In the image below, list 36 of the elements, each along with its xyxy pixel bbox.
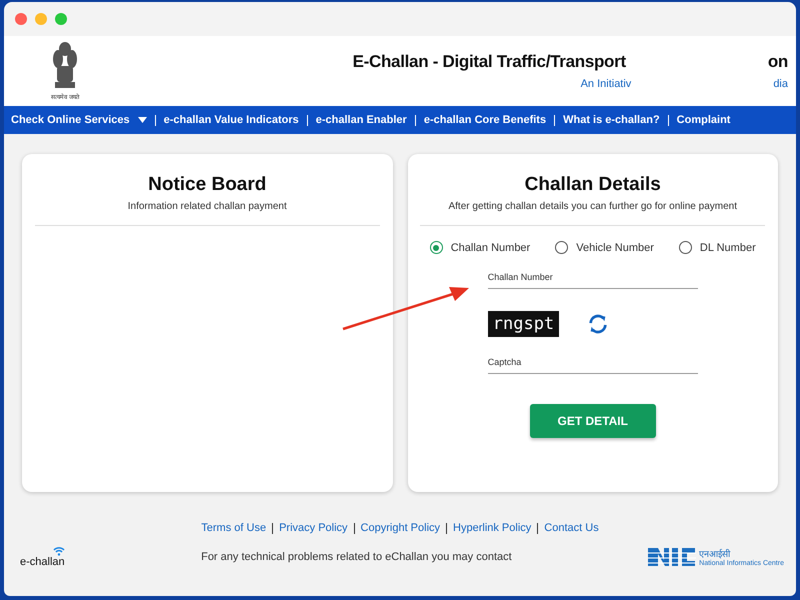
nav-link[interactable]: What is e-challan? (563, 114, 660, 126)
nav-link[interactable]: e-challan Enabler (316, 114, 407, 126)
site-subtitle-tail: dia (773, 78, 788, 90)
captcha-field[interactable]: Captcha (488, 353, 698, 374)
card-subtitle: After getting challan details you can further go for online payment (448, 201, 737, 212)
radio-option[interactable]: DL Number (678, 241, 756, 254)
nav-link[interactable]: Check Online Services (11, 114, 147, 126)
footer-link[interactable]: Terms of Use (201, 522, 266, 534)
window-maximize-button[interactable] (55, 13, 67, 25)
refresh-icon[interactable] (587, 313, 610, 335)
wifi-icon (52, 546, 65, 556)
site-title: E-Challan - Digital Traffic/Transport (352, 52, 626, 72)
footer-link[interactable]: Copyright Policy (360, 522, 440, 534)
site-title-tail: on (768, 52, 788, 72)
radio-option[interactable]: Vehicle Number (555, 241, 654, 254)
site-subtitle: An Initiativ (580, 78, 632, 90)
window-close-button[interactable] (15, 13, 27, 25)
radio-option[interactable]: Challan Number (430, 241, 530, 254)
get-detail-button[interactable]: GET DETAIL (530, 404, 656, 438)
footer-link[interactable]: Privacy Policy (279, 522, 348, 534)
card-subtitle: Information related challan payment (128, 201, 287, 212)
window-minimize-button[interactable] (35, 13, 47, 25)
nav-link[interactable]: e-challan Core Benefits (424, 114, 546, 126)
emblem-icon (50, 41, 80, 91)
footer-link[interactable]: Hyperlink Policy (453, 522, 532, 534)
nic-logo-icon (648, 546, 696, 568)
challan-number-field[interactable]: Challan Number (488, 268, 698, 289)
footer-link[interactable]: Contact Us (544, 522, 599, 534)
nic-hindi-name: एनआईसी (699, 548, 732, 560)
card-title: Challan Details (524, 174, 661, 196)
nav-link[interactable]: Complaint (676, 114, 730, 126)
captcha-image: rngspt (488, 311, 560, 337)
contact-text: For any technical problems related to eChallan you may contact (201, 551, 512, 563)
card-title: Notice Board (148, 174, 266, 196)
nav-link[interactable]: e-challan Value Indicators (164, 114, 299, 126)
e-challan-logo: e-challan (20, 556, 65, 568)
